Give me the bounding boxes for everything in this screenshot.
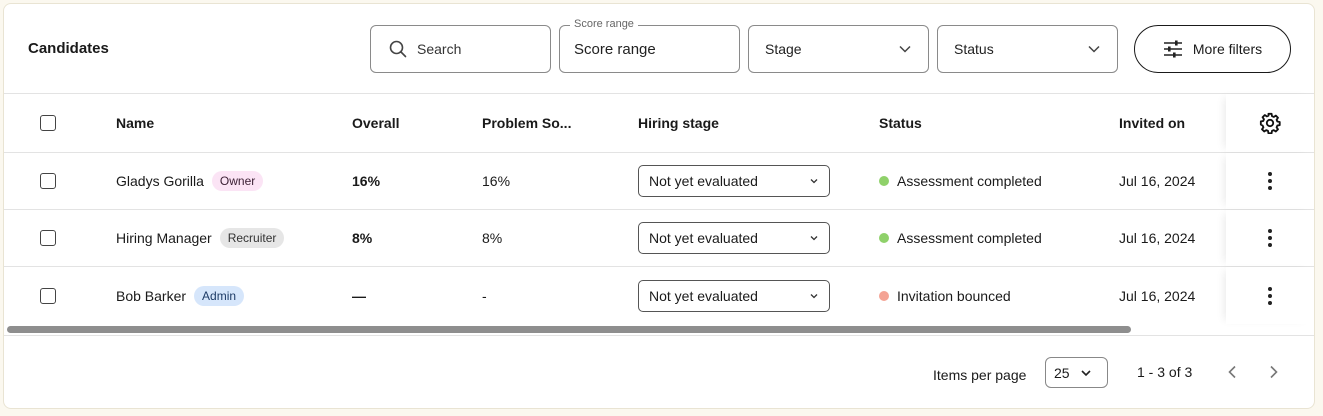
role-badge: Admin	[194, 285, 245, 306]
row-checkbox[interactable]	[40, 173, 56, 189]
table-header-row: Name Overall Problem So... Hiring stage …	[4, 94, 1314, 153]
chevron-right-icon	[1264, 363, 1282, 381]
overall-score: 16%	[352, 173, 381, 189]
stage-dropdown[interactable]: Stage	[748, 25, 929, 73]
status-dropdown[interactable]: Status	[937, 25, 1118, 73]
search-icon	[389, 40, 407, 58]
status-cell: Assessment completed	[879, 153, 1042, 209]
items-per-page-label: Items per page	[933, 367, 1027, 383]
status-text: Assessment completed	[897, 173, 1042, 189]
more-filters-button[interactable]: More filters	[1134, 25, 1291, 73]
status-cell: Invitation bounced	[879, 267, 1011, 324]
next-page-button[interactable]	[1264, 363, 1282, 381]
page-range-text: 1 - 3 of 3	[1137, 364, 1193, 380]
row-select-cell	[40, 210, 56, 266]
invited-on-date: Jul 16, 2024	[1119, 230, 1196, 246]
column-header-hiring-stage[interactable]: Hiring stage	[638, 94, 719, 152]
column-header-invited-on[interactable]: Invited on	[1119, 94, 1185, 152]
chevron-left-icon	[1224, 363, 1242, 381]
items-per-page-select[interactable]: 25	[1045, 357, 1108, 388]
candidate-name[interactable]: Bob Barker	[116, 288, 186, 304]
chevron-down-icon	[1080, 367, 1092, 379]
candidate-name[interactable]: Hiring Manager	[116, 230, 212, 246]
row-actions-button[interactable]	[1226, 267, 1314, 324]
column-header-overall[interactable]: Overall	[352, 94, 399, 152]
pagination-bar: Items per page 25 1 - 3 of 3	[4, 335, 1314, 408]
invited-on-date: Jul 16, 2024	[1119, 287, 1196, 304]
hiring-stage-cell: Not yet evaluated	[638, 153, 830, 209]
chevron-down-icon	[809, 233, 819, 243]
hiring-stage-value: Not yet evaluated	[649, 230, 758, 246]
status-dropdown-label: Status	[954, 41, 994, 57]
overall-score: —	[352, 287, 366, 304]
gear-icon	[1259, 112, 1281, 134]
search-input[interactable]: Search	[370, 25, 551, 73]
candidate-name-cell: Gladys Gorilla Owner	[116, 153, 264, 209]
hiring-stage-value: Not yet evaluated	[649, 287, 758, 304]
overall-score: 8%	[352, 230, 373, 246]
column-settings-button[interactable]	[1226, 94, 1314, 152]
score-range-field[interactable]: Score range Score range	[559, 18, 740, 73]
role-badge: Recruiter	[219, 228, 285, 248]
candidate-name-cell: Hiring Manager Recruiter	[116, 210, 285, 266]
search-placeholder: Search	[417, 41, 462, 57]
score-range-value: Score range	[574, 40, 656, 58]
column-header-problem-solving[interactable]: Problem So...	[482, 94, 571, 152]
items-per-page-value: 25	[1054, 364, 1070, 381]
row-actions-button[interactable]	[1226, 210, 1314, 266]
role-badge: Owner	[211, 171, 264, 191]
more-filters-label: More filters	[1192, 41, 1263, 57]
more-vertical-icon	[1268, 229, 1272, 247]
problem-solving-score: -	[482, 287, 487, 304]
toolbar: Candidates Search Score range Score rang…	[4, 4, 1314, 94]
chevron-down-icon	[898, 42, 912, 56]
score-range-label: Score range	[570, 18, 638, 30]
page-title: Candidates	[28, 40, 109, 57]
candidate-name-cell: Bob Barker Admin	[116, 267, 245, 324]
status-cell: Assessment completed	[879, 210, 1042, 266]
hiring-stage-select[interactable]: Not yet evaluated	[638, 279, 830, 312]
status-dot	[879, 233, 889, 243]
status-dot	[879, 176, 889, 186]
row-checkbox[interactable]	[40, 287, 56, 304]
row-checkbox[interactable]	[40, 230, 56, 246]
select-all-cell	[40, 94, 56, 152]
filter-sliders-icon	[1163, 40, 1183, 58]
chevron-down-icon	[809, 176, 819, 186]
select-all-checkbox[interactable]	[40, 115, 56, 131]
table-row[interactable]: Hiring Manager Recruiter 8% 8% Not yet e…	[4, 210, 1314, 267]
hiring-stage-cell: Not yet evaluated	[638, 210, 830, 266]
chevron-down-icon	[1087, 42, 1101, 56]
hiring-stage-cell: Not yet evaluated	[638, 267, 830, 324]
row-select-cell	[40, 153, 56, 209]
candidate-name[interactable]: Gladys Gorilla	[116, 173, 204, 189]
more-vertical-icon	[1268, 172, 1272, 190]
more-vertical-icon	[1268, 286, 1272, 305]
column-header-status[interactable]: Status	[879, 94, 922, 152]
row-actions-button[interactable]	[1226, 153, 1314, 209]
candidates-card: Candidates Search Score range Score rang…	[3, 3, 1315, 409]
hiring-stage-select[interactable]: Not yet evaluated	[638, 165, 830, 197]
invited-on-date: Jul 16, 2024	[1119, 173, 1196, 189]
horizontal-scrollbar[interactable]	[4, 324, 1314, 334]
status-text: Invitation bounced	[897, 287, 1011, 304]
problem-solving-score: 16%	[482, 173, 511, 189]
scrollbar-thumb[interactable]	[7, 326, 1131, 333]
candidates-table: Name Overall Problem So... Hiring stage …	[4, 94, 1314, 334]
chevron-down-icon	[809, 291, 819, 301]
table-row[interactable]: Bob Barker Admin — - Not yet evaluated I…	[4, 267, 1314, 324]
stage-dropdown-label: Stage	[765, 41, 802, 57]
status-text: Assessment completed	[897, 230, 1042, 246]
hiring-stage-select[interactable]: Not yet evaluated	[638, 222, 830, 254]
hiring-stage-value: Not yet evaluated	[649, 173, 758, 189]
problem-solving-score: 8%	[482, 230, 503, 246]
column-header-name[interactable]: Name	[116, 94, 154, 152]
previous-page-button[interactable]	[1224, 363, 1242, 381]
row-select-cell	[40, 267, 56, 324]
table-row[interactable]: Gladys Gorilla Owner 16% 16% Not yet eva…	[4, 153, 1314, 210]
status-dot	[879, 290, 889, 301]
